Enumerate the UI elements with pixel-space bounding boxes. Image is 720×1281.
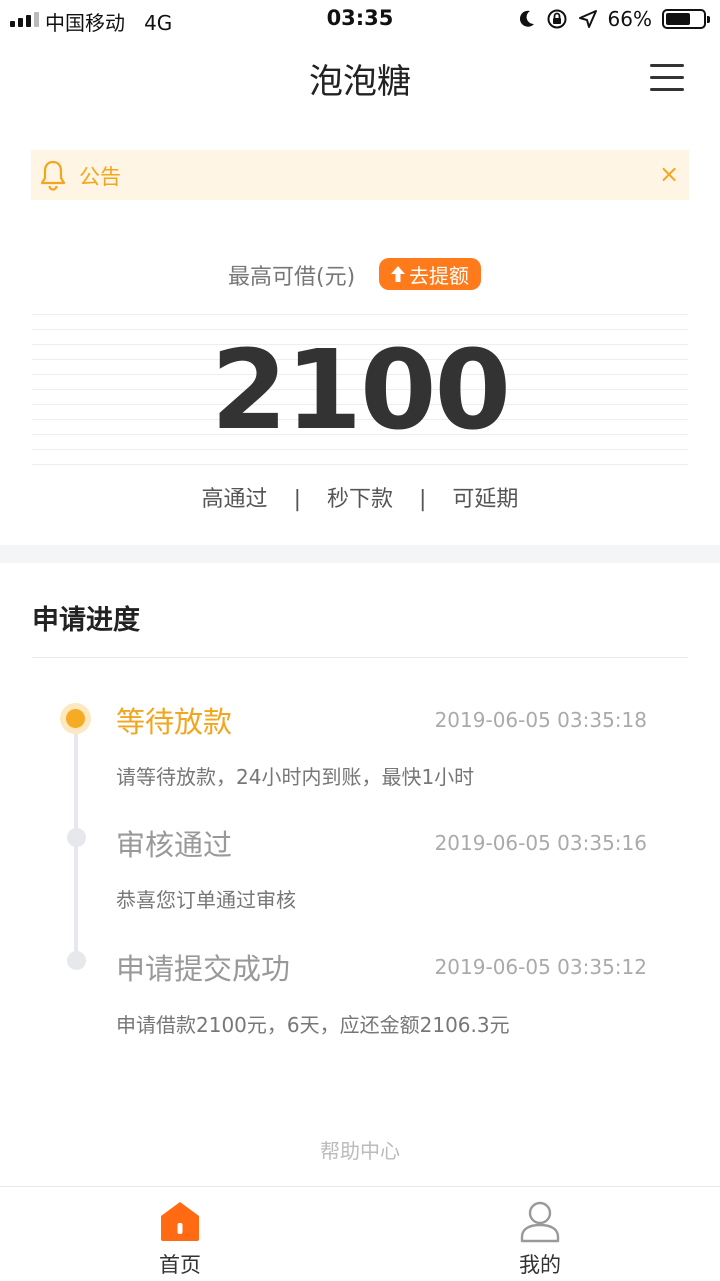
- progress-title: 申请进度: [32, 605, 140, 636]
- announcement-bar[interactable]: 公告 ×: [31, 150, 689, 200]
- help-center-link[interactable]: 帮助中心: [0, 1135, 720, 1164]
- separator: |: [293, 487, 301, 512]
- bell-icon: [40, 160, 66, 191]
- step-time: 2019-06-05 03:35:12: [434, 955, 647, 979]
- timeline-dot-active: [66, 709, 85, 728]
- battery-icon: [662, 9, 710, 29]
- timeline-dot: [67, 951, 86, 970]
- step-time: 2019-06-05 03:35:16: [434, 831, 647, 855]
- status-icons: 66%: [518, 7, 710, 31]
- step-title: 审核通过: [116, 828, 233, 862]
- step-time: 2019-06-05 03:35:18: [434, 708, 647, 732]
- tab-mine[interactable]: 我的: [360, 1187, 720, 1281]
- battery-level: [666, 13, 690, 25]
- raise-limit-button[interactable]: 去提额: [379, 258, 481, 290]
- feature-item: 秒下款: [326, 487, 393, 512]
- rotation-lock-icon: [547, 9, 567, 29]
- menu-icon[interactable]: [650, 64, 684, 92]
- limit-label: 最高可借(元): [228, 265, 356, 290]
- home-icon: [161, 1202, 199, 1241]
- tab-home-label: 首页: [159, 1253, 201, 1277]
- feature-item: 可延期: [452, 487, 519, 512]
- timeline-dot: [67, 828, 86, 847]
- tab-mine-label: 我的: [519, 1253, 561, 1277]
- separator: |: [419, 487, 427, 512]
- step-title: 申请提交成功: [116, 952, 291, 986]
- moon-icon: [519, 10, 534, 27]
- raise-limit-label: 去提额: [409, 263, 469, 288]
- status-bar: 中国移动 4G 03:35 66%: [0, 0, 720, 38]
- app-title: 泡泡糖: [309, 62, 411, 102]
- announcement-label: 公告: [79, 165, 121, 189]
- tab-home[interactable]: 首页: [0, 1187, 360, 1281]
- battery-percent: 66%: [607, 7, 652, 31]
- divider: [32, 657, 688, 658]
- feature-list: 高通过 | 秒下款 | 可延期: [0, 481, 720, 513]
- step-desc: 恭喜您订单通过审核: [116, 888, 296, 912]
- step-title: 等待放款: [116, 705, 233, 739]
- step-desc: 请等待放款，24小时内到账，最快1小时: [116, 765, 475, 789]
- close-icon[interactable]: ×: [657, 156, 681, 192]
- arrow-up-icon: [391, 266, 405, 282]
- loan-amount: 2100: [210, 326, 511, 454]
- tab-bar: 首页 我的: [0, 1186, 720, 1281]
- user-icon: [520, 1201, 560, 1243]
- location-icon: [578, 10, 597, 28]
- section-gap: [0, 545, 720, 563]
- feature-item: 高通过: [201, 487, 268, 512]
- step-desc: 申请借款2100元，6天，应还金额2106.3元: [116, 1013, 510, 1037]
